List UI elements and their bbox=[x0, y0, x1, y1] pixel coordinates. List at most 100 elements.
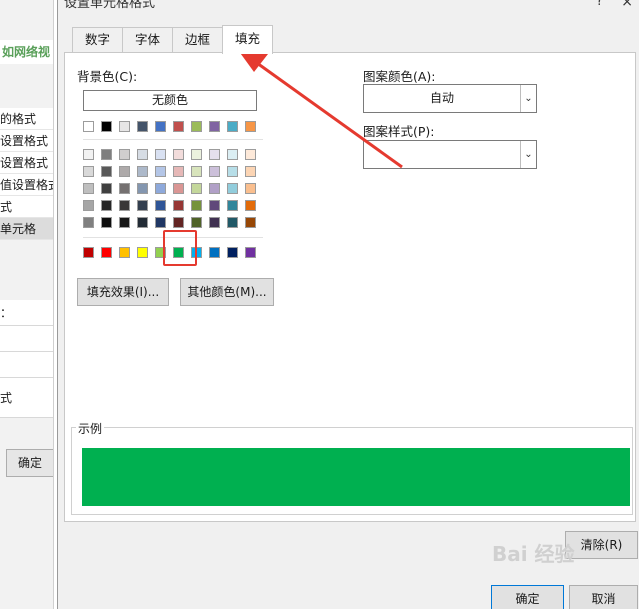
theme-color-swatch[interactable] bbox=[209, 121, 220, 132]
more-colors-button[interactable]: 其他颜色(M)... bbox=[180, 278, 274, 306]
background-list-item[interactable]: 式 bbox=[0, 196, 53, 218]
tab-border[interactable]: 边框 bbox=[172, 27, 224, 53]
theme-tint-swatch[interactable] bbox=[173, 217, 184, 228]
standard-color-swatch[interactable] bbox=[137, 247, 148, 258]
theme-color-swatch[interactable] bbox=[227, 121, 238, 132]
background-list-item[interactable]: 值设置格式 bbox=[0, 174, 53, 196]
theme-tint-swatch[interactable] bbox=[83, 149, 94, 160]
theme-tint-swatch[interactable] bbox=[83, 200, 94, 211]
background-list-item[interactable]: 设置格式 bbox=[0, 130, 53, 152]
standard-color-swatch[interactable] bbox=[119, 247, 130, 258]
theme-tint-swatch[interactable] bbox=[101, 200, 112, 211]
theme-tint-swatch[interactable] bbox=[173, 200, 184, 211]
background-list-item[interactable]: 的格式 bbox=[0, 108, 53, 130]
background-separator bbox=[0, 88, 53, 108]
theme-tint-swatch[interactable] bbox=[101, 149, 112, 160]
tab-number[interactable]: 数字 bbox=[72, 27, 124, 53]
background-field bbox=[0, 352, 53, 378]
theme-tint-swatch[interactable] bbox=[173, 166, 184, 177]
theme-tint-swatch[interactable] bbox=[245, 200, 256, 211]
standard-color-swatch[interactable] bbox=[83, 247, 94, 258]
theme-tint-swatch[interactable] bbox=[173, 149, 184, 160]
background-ok-button[interactable]: 确定 bbox=[6, 449, 53, 477]
theme-tint-swatch[interactable] bbox=[101, 166, 112, 177]
background-field bbox=[0, 326, 53, 352]
no-color-button[interactable]: 无颜色 bbox=[83, 90, 257, 111]
theme-tint-swatch[interactable] bbox=[137, 217, 148, 228]
pattern-color-select[interactable]: 自动 ⌄ bbox=[363, 84, 537, 113]
theme-tint-swatch[interactable] bbox=[155, 183, 166, 194]
theme-tint-swatch[interactable] bbox=[191, 183, 202, 194]
theme-tint-swatch[interactable] bbox=[191, 149, 202, 160]
ok-button[interactable]: 确定 bbox=[491, 585, 564, 609]
theme-tint-swatch[interactable] bbox=[209, 183, 220, 194]
theme-color-swatch[interactable] bbox=[101, 121, 112, 132]
theme-tint-swatch[interactable] bbox=[119, 217, 130, 228]
theme-tint-swatch[interactable] bbox=[137, 166, 148, 177]
theme-tint-swatch[interactable] bbox=[83, 183, 94, 194]
theme-tint-swatch[interactable] bbox=[245, 149, 256, 160]
theme-tint-swatch[interactable] bbox=[137, 149, 148, 160]
close-icon[interactable]: × bbox=[621, 0, 633, 10]
theme-color-swatch[interactable] bbox=[137, 121, 148, 132]
theme-tint-swatch[interactable] bbox=[155, 166, 166, 177]
standard-color-swatch[interactable] bbox=[227, 247, 238, 258]
background-list: 的格式 设置格式 设置格式 值设置格式 式 单元格 bbox=[0, 88, 53, 240]
fill-tab-panel: 背景色(C): 无颜色 填充效果(I)... 其他颜色(M)... 图案颜色(A… bbox=[64, 52, 636, 522]
tab-font[interactable]: 字体 bbox=[122, 27, 174, 53]
theme-tint-swatch[interactable] bbox=[227, 149, 238, 160]
theme-tint-swatch[interactable] bbox=[227, 200, 238, 211]
fill-effects-button[interactable]: 填充效果(I)... bbox=[77, 278, 169, 306]
theme-tint-swatch[interactable] bbox=[137, 200, 148, 211]
theme-tint-swatch[interactable] bbox=[227, 217, 238, 228]
theme-tint-swatch[interactable] bbox=[119, 200, 130, 211]
theme-color-swatch[interactable] bbox=[191, 121, 202, 132]
theme-color-swatch[interactable] bbox=[155, 121, 166, 132]
standard-color-swatch[interactable] bbox=[245, 247, 256, 258]
background-list-item[interactable]: 设置格式 bbox=[0, 152, 53, 174]
theme-tint-swatch[interactable] bbox=[83, 166, 94, 177]
theme-tint-swatch[interactable] bbox=[245, 183, 256, 194]
tab-fill[interactable]: 填充 bbox=[222, 25, 274, 54]
theme-tint-swatch[interactable] bbox=[227, 166, 238, 177]
sample-label: 示例 bbox=[76, 420, 105, 437]
theme-tint-swatch[interactable] bbox=[173, 183, 184, 194]
chevron-down-icon[interactable]: ⌄ bbox=[520, 141, 536, 168]
theme-tint-swatch[interactable] bbox=[209, 149, 220, 160]
theme-tint-swatch[interactable] bbox=[155, 200, 166, 211]
theme-tint-swatch[interactable] bbox=[209, 217, 220, 228]
theme-tint-swatch[interactable] bbox=[227, 183, 238, 194]
theme-tint-swatch[interactable] bbox=[245, 217, 256, 228]
theme-color-swatch[interactable] bbox=[173, 121, 184, 132]
help-icon[interactable]: ? bbox=[596, 0, 603, 9]
theme-tint-swatch[interactable] bbox=[155, 149, 166, 160]
pattern-color-label: 图案颜色(A): bbox=[363, 69, 436, 84]
theme-tint-swatch[interactable] bbox=[83, 217, 94, 228]
theme-tint-swatch[interactable] bbox=[209, 200, 220, 211]
chevron-down-icon[interactable]: ⌄ bbox=[520, 85, 536, 112]
theme-tint-swatch[interactable] bbox=[101, 217, 112, 228]
theme-tint-swatch[interactable] bbox=[119, 183, 130, 194]
format-cells-dialog: 设置单元格格式 ? × 数字 字体 边框 填充 背景色(C): 无颜色 填充效果… bbox=[57, 0, 639, 609]
theme-color-swatch[interactable] bbox=[245, 121, 256, 132]
palette-separator bbox=[83, 139, 263, 140]
standard-color-swatch[interactable] bbox=[101, 247, 112, 258]
theme-tint-swatch[interactable] bbox=[209, 166, 220, 177]
selection-highlight-box bbox=[163, 230, 197, 266]
background-window: 如网络视 的格式 设置格式 设置格式 值设置格式 式 单元格 ： 式 确定 bbox=[0, 0, 54, 609]
theme-tint-swatch[interactable] bbox=[119, 149, 130, 160]
theme-tint-swatch[interactable] bbox=[191, 166, 202, 177]
cancel-button[interactable]: 取消 bbox=[569, 585, 638, 609]
theme-tint-swatch[interactable] bbox=[155, 217, 166, 228]
theme-color-swatch[interactable] bbox=[119, 121, 130, 132]
theme-tint-swatch[interactable] bbox=[245, 166, 256, 177]
theme-tint-swatch[interactable] bbox=[119, 166, 130, 177]
theme-tint-swatch[interactable] bbox=[191, 217, 202, 228]
theme-tint-swatch[interactable] bbox=[101, 183, 112, 194]
theme-color-swatch[interactable] bbox=[83, 121, 94, 132]
standard-color-swatch[interactable] bbox=[209, 247, 220, 258]
pattern-style-select[interactable]: ⌄ bbox=[363, 140, 537, 169]
background-list-item-selected[interactable]: 单元格 bbox=[0, 218, 53, 240]
theme-tint-swatch[interactable] bbox=[137, 183, 148, 194]
theme-tint-swatch[interactable] bbox=[191, 200, 202, 211]
